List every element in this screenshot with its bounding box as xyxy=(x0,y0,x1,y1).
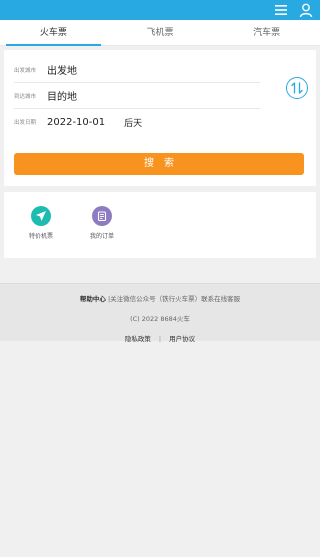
search-button[interactable]: 搜索 xyxy=(14,153,304,175)
airplane-icon-bg xyxy=(31,206,51,226)
ticket-tabs: 火车票 飞机票 汽车票 xyxy=(0,20,320,46)
copyright: (C) 2022 8684火车 xyxy=(130,315,190,323)
date-row[interactable]: 出发日期 2022-10-01 后天 xyxy=(14,109,260,135)
from-city-row[interactable]: 出发城市 出发地 xyxy=(14,57,260,83)
user-icon[interactable] xyxy=(298,2,314,18)
airplane-icon xyxy=(36,211,46,221)
day-hint: 后天 xyxy=(124,118,143,129)
footer: 帮助中心 |关注微信公众号（铁行火车票）联系在线客服 (C) 2022 8684… xyxy=(0,283,320,343)
tab-train[interactable]: 火车票 xyxy=(0,20,107,46)
footer-links: 隐私政策 | 用户协议 xyxy=(0,333,320,343)
tab-bus[interactable]: 汽车票 xyxy=(213,20,320,45)
search-form: 出发城市 出发地 到达城市 目的地 出发日期 2022-10-01 后天 搜索 xyxy=(4,50,316,186)
to-city-input[interactable]: 目的地 xyxy=(47,88,77,103)
tab-flight[interactable]: 飞机票 xyxy=(107,20,214,45)
quick-link-my-orders[interactable]: 我的订单 xyxy=(82,206,122,240)
footer-help-line: 帮助中心 |关注微信公众号（铁行火车票）联系在线客服 xyxy=(0,293,320,303)
order-icon-bg xyxy=(92,206,112,226)
quick-link-label: 特价机票 xyxy=(28,233,53,240)
user-agreement-link[interactable]: 用户协议 xyxy=(169,335,195,343)
footer-separator: | xyxy=(158,335,162,343)
header-icons xyxy=(273,2,314,18)
swap-cities-button[interactable] xyxy=(286,77,308,99)
from-city-input[interactable]: 出发地 xyxy=(47,62,77,77)
from-city-label: 出发城市 xyxy=(14,67,37,74)
menu-icon[interactable] xyxy=(273,2,289,18)
help-center-link[interactable]: 帮助中心 xyxy=(80,295,106,303)
wechat-notice: |关注微信公众号（铁行火车票）联系在线客服 xyxy=(107,295,241,303)
quick-link-cheap-flights[interactable]: 特价机票 xyxy=(21,206,61,240)
swap-icon xyxy=(291,82,303,94)
order-icon xyxy=(97,211,107,222)
to-city-row[interactable]: 到达城市 目的地 xyxy=(14,83,260,109)
to-city-label: 到达城市 xyxy=(14,93,37,100)
quick-link-label: 我的订单 xyxy=(89,233,114,240)
quick-links: 特价机票 我的订单 xyxy=(4,192,316,258)
date-label: 出发日期 xyxy=(14,120,37,126)
privacy-policy-link[interactable]: 隐私政策 xyxy=(125,335,151,343)
top-bar xyxy=(0,0,320,20)
date-input[interactable]: 2022-10-01 xyxy=(47,117,105,128)
